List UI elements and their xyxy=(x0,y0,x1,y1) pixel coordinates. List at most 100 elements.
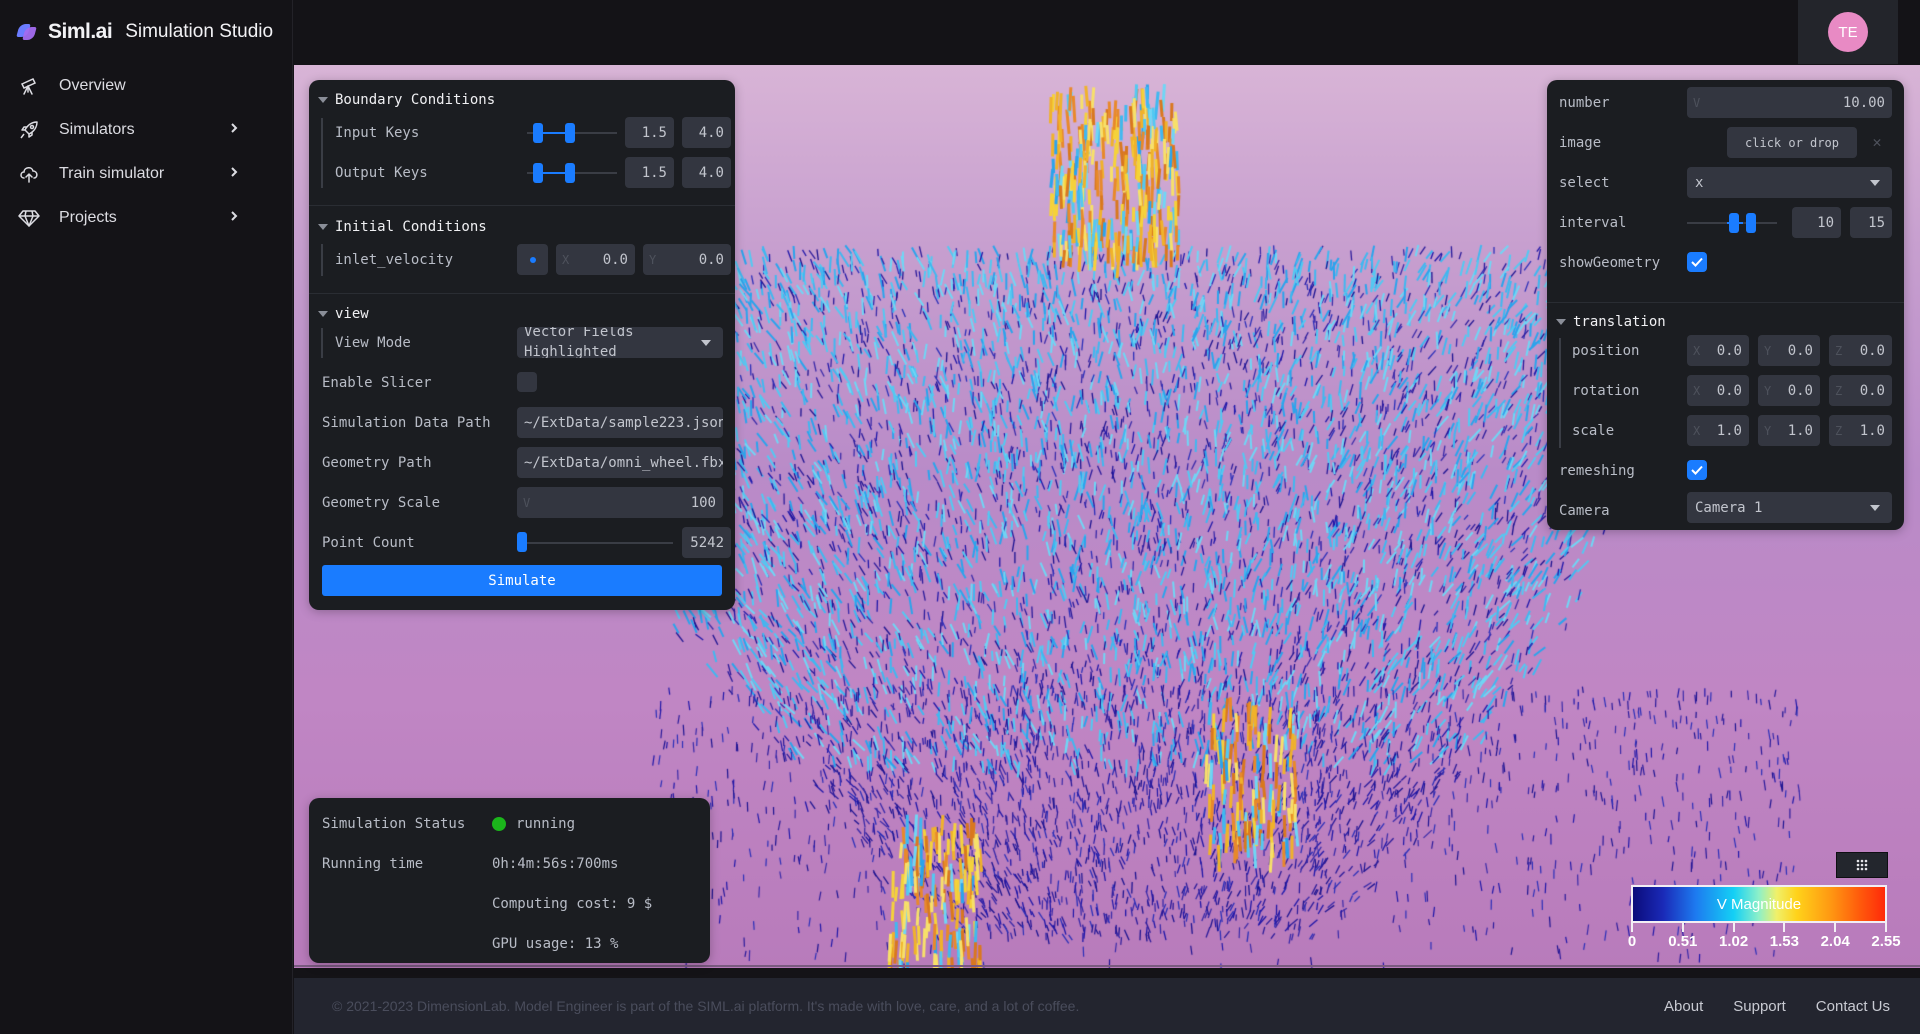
user-menu[interactable]: TE xyxy=(1798,0,1898,64)
simulate-button[interactable]: Simulate xyxy=(322,565,722,596)
inlet-velocity-y-field[interactable]: Y 0.0 xyxy=(643,244,731,275)
rocket-icon xyxy=(18,119,40,141)
folder-indent-line xyxy=(321,118,323,188)
sidebar-item-label: Overview xyxy=(59,77,126,94)
point-count-field[interactable]: 5242 xyxy=(682,527,731,558)
view-folder[interactable]: view xyxy=(318,302,369,326)
simulation-status-value: running xyxy=(492,812,575,836)
chevron-down-icon xyxy=(1870,505,1880,511)
clear-image-icon[interactable]: ✕ xyxy=(1867,132,1887,152)
view-mode-label: View Mode xyxy=(335,334,411,351)
simulation-data-path-label: Simulation Data Path xyxy=(322,414,491,431)
rotation-x-field[interactable]: X 0.0 xyxy=(1687,375,1749,406)
avatar[interactable]: TE xyxy=(1828,12,1868,52)
controls-panel: Boundary Conditions Input Keys 1.5 4.0 O… xyxy=(309,80,735,610)
sidebar-item-simulators[interactable]: Simulators xyxy=(0,108,293,152)
scale-z-field[interactable]: Z 1.0 xyxy=(1829,415,1892,446)
slider-handle[interactable] xyxy=(517,532,527,552)
simulation-status-panel: Simulation Status running Running time 0… xyxy=(309,798,710,963)
checkmark-icon xyxy=(1691,257,1703,267)
legend-toggle-button[interactable] xyxy=(1836,852,1888,878)
legend-tick-label: 1.02 xyxy=(1718,933,1749,950)
range-max-handle[interactable] xyxy=(565,123,575,143)
collapse-triangle-icon xyxy=(318,97,328,103)
rotation-y-field[interactable]: Y 0.0 xyxy=(1758,375,1820,406)
translation-folder[interactable]: translation xyxy=(1556,310,1666,334)
range-min-handle[interactable] xyxy=(533,123,543,143)
footer-link-support[interactable]: Support xyxy=(1733,998,1786,1015)
position-label: position xyxy=(1572,342,1640,359)
input-keys-max-field[interactable]: 4.0 xyxy=(682,117,731,148)
range-min-handle[interactable] xyxy=(533,163,543,183)
legend-tick-label: 0.51 xyxy=(1668,933,1698,950)
geometry-path-input[interactable]: ~/ExtData/omni_wheel.fbx xyxy=(517,447,723,478)
section-divider xyxy=(309,205,735,206)
chevron-right-icon xyxy=(229,209,249,227)
inlet-velocity-joystick[interactable] xyxy=(517,244,548,275)
folder-indent-line xyxy=(1559,338,1561,448)
number-input[interactable]: V 10.00 xyxy=(1687,87,1892,118)
grid-dots-icon xyxy=(1856,859,1868,871)
initial-conditions-folder[interactable]: Initial Conditions xyxy=(318,215,487,239)
show-geometry-checkbox[interactable] xyxy=(1687,252,1707,272)
input-keys-min-field[interactable]: 1.5 xyxy=(625,117,674,148)
geometry-scale-input[interactable]: V 100 xyxy=(517,487,723,518)
boundary-conditions-folder[interactable]: Boundary Conditions xyxy=(318,88,495,112)
brand-name: Siml.ai xyxy=(48,20,113,43)
interval-min-field[interactable]: 10 xyxy=(1792,207,1841,238)
sidebar-item-train-simulator[interactable]: Train simulator xyxy=(0,152,293,196)
collapse-triangle-icon xyxy=(1556,319,1566,325)
sidebar-item-overview[interactable]: Overview xyxy=(0,64,293,108)
running-time-value: 0h:4m:56s:700ms xyxy=(492,856,619,872)
range-max-handle[interactable] xyxy=(565,163,575,183)
enable-slicer-checkbox[interactable] xyxy=(517,372,537,392)
point-count-label: Point Count xyxy=(322,534,415,551)
color-legend-bar: V Magnitude xyxy=(1631,885,1887,923)
folder-indent-line xyxy=(321,328,323,358)
select-dropdown[interactable]: x xyxy=(1687,167,1892,198)
legend-tick xyxy=(1885,922,1887,932)
range-min-handle[interactable] xyxy=(1729,213,1739,233)
section-divider xyxy=(1547,302,1904,303)
position-x-field[interactable]: X 0.0 xyxy=(1687,335,1749,366)
image-dropzone[interactable]: click or drop xyxy=(1727,127,1857,158)
output-keys-max-field[interactable]: 4.0 xyxy=(682,157,731,188)
position-z-field[interactable]: Z 0.0 xyxy=(1829,335,1892,366)
scale-y-field[interactable]: Y 1.0 xyxy=(1758,415,1820,446)
folder-title: Initial Conditions xyxy=(335,219,487,235)
rotation-label: rotation xyxy=(1572,382,1640,399)
position-y-field[interactable]: Y 0.0 xyxy=(1758,335,1820,366)
camera-label: Camera xyxy=(1559,502,1610,519)
scale-x-field[interactable]: X 1.0 xyxy=(1687,415,1749,446)
chevron-down-icon xyxy=(701,340,711,346)
sidebar: Siml.ai Simulation Studio Overview Simul… xyxy=(0,0,293,1034)
footer-link-contact[interactable]: Contact Us xyxy=(1816,998,1890,1015)
sidebar-item-projects[interactable]: Projects xyxy=(0,196,293,240)
inlet-velocity-x-field[interactable]: X 0.0 xyxy=(556,244,635,275)
interval-label: interval xyxy=(1559,214,1627,231)
legend-title: V Magnitude xyxy=(1716,895,1802,913)
section-divider xyxy=(309,293,735,294)
legend-tick-label: 2.04 xyxy=(1820,933,1850,950)
interval-max-field[interactable]: 15 xyxy=(1850,207,1892,238)
simulation-data-path-input[interactable]: ~/ExtData/sample223.json xyxy=(517,407,723,438)
chevron-down-icon xyxy=(1870,180,1880,186)
geometry-path-label: Geometry Path xyxy=(322,454,432,471)
output-keys-min-field[interactable]: 1.5 xyxy=(625,157,674,188)
brand-subtitle: Simulation Studio xyxy=(125,21,274,42)
footer-link-about[interactable]: About xyxy=(1664,998,1703,1015)
show-geometry-label: showGeometry xyxy=(1559,254,1661,271)
chevron-right-icon xyxy=(229,121,249,139)
footer-copyright: © 2021-2023 DimensionLab. Model Engineer… xyxy=(332,998,1080,1014)
range-max-handle[interactable] xyxy=(1746,213,1756,233)
scale-label: scale xyxy=(1572,422,1615,439)
sidebar-nav: Overview Simulators Train simulator Proj… xyxy=(0,64,293,240)
cloud-upload-icon xyxy=(18,163,40,185)
camera-select[interactable]: Camera 1 xyxy=(1687,492,1892,523)
siml-logo-icon xyxy=(16,22,38,42)
remeshing-checkbox[interactable] xyxy=(1687,460,1707,480)
inlet-velocity-label: inlet_velocity xyxy=(335,251,454,268)
brand[interactable]: Siml.ai Simulation Studio xyxy=(16,18,274,46)
view-mode-select[interactable]: Vector Fields Highlighted xyxy=(517,327,723,358)
rotation-z-field[interactable]: Z 0.0 xyxy=(1829,375,1892,406)
